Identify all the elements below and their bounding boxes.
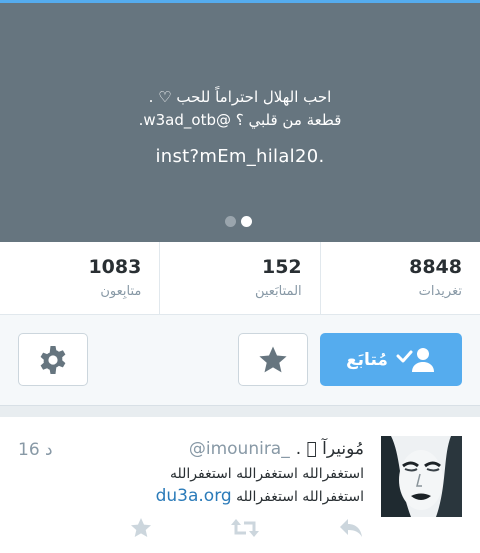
stat-tweets-label: تغريدات: [418, 284, 462, 299]
following-button-label: مُتابَع: [346, 349, 388, 370]
favorite-button[interactable]: [238, 333, 308, 386]
following-user-check-icon: [396, 347, 434, 372]
retweet-icon[interactable]: [230, 517, 260, 539]
profile-stats: 1083 متابِعون 152 المتابَعين 8848 تغريدا…: [0, 242, 480, 315]
tweet-text-line-2: استغفرالله استغفرالله du3a.org: [64, 485, 364, 508]
stat-following[interactable]: 152 المتابَعين: [160, 242, 321, 314]
stat-followers-value: 1083: [88, 256, 142, 278]
stat-followers-label: متابِعون: [100, 284, 142, 299]
avatar-face-image: [381, 436, 462, 517]
tweet-body: استغفرالله استغفرالله استغفرالله استغفرا…: [64, 463, 364, 508]
tweet-author-handle[interactable]: _imounira@: [189, 439, 290, 459]
following-button[interactable]: مُتابَع: [320, 333, 462, 386]
tweet-text-line-2-text: استغفرالله استغفرالله: [236, 489, 364, 505]
page-indicator: [225, 216, 252, 227]
page-dot-1[interactable]: [225, 216, 236, 227]
bio-line-2: قطعة من قلبي ؟ @w3ad_otb.: [138, 111, 342, 129]
tweet-author-name[interactable]: مُونيرآ ⃞ .: [296, 439, 364, 459]
tweet-text-line-1: استغفرالله استغفرالله استغفرالله: [169, 466, 364, 482]
bio-line-1: احب الهلال احتراماً للحب ♡ .: [148, 88, 332, 106]
star-icon: [259, 346, 287, 372]
stat-followers[interactable]: 1083 متابِعون: [0, 242, 161, 314]
profile-bio: احب الهلال احتراماً للحب ♡ . قطعة من قلب…: [0, 87, 480, 169]
stat-following-value: 152: [261, 256, 302, 278]
stat-tweets[interactable]: 8848 تغريدات: [321, 242, 480, 314]
gear-icon: [40, 345, 66, 374]
settings-button[interactable]: [18, 333, 88, 386]
profile-screen: احب الهلال احتراماً للحب ♡ . قطعة من قلب…: [0, 0, 480, 553]
bio-line-3: inst?mEm_hilal20.: [155, 146, 325, 167]
stat-tweets-value: 8848: [409, 256, 462, 278]
tweet-link[interactable]: du3a.org: [156, 486, 232, 506]
favorite-icon[interactable]: [130, 517, 152, 539]
tweet-item[interactable]: 16 د مُونيرآ ⃞ . _imounira@ استغفرالله ا…: [0, 417, 480, 553]
tweet-timestamp: 16 د: [18, 440, 53, 460]
page-dot-2[interactable]: [241, 216, 252, 227]
tweet-avatar[interactable]: [381, 436, 462, 517]
profile-actions: مُتابَع: [0, 315, 480, 405]
reply-icon[interactable]: [338, 517, 364, 539]
profile-header: احب الهلال احتراماً للحب ♡ . قطعة من قلب…: [0, 0, 480, 242]
stat-following-label: المتابَعين: [254, 284, 302, 299]
tweet-header: مُونيرآ ⃞ . _imounira@: [189, 439, 364, 459]
section-divider: [0, 405, 480, 417]
tweet-actions: [0, 517, 480, 547]
